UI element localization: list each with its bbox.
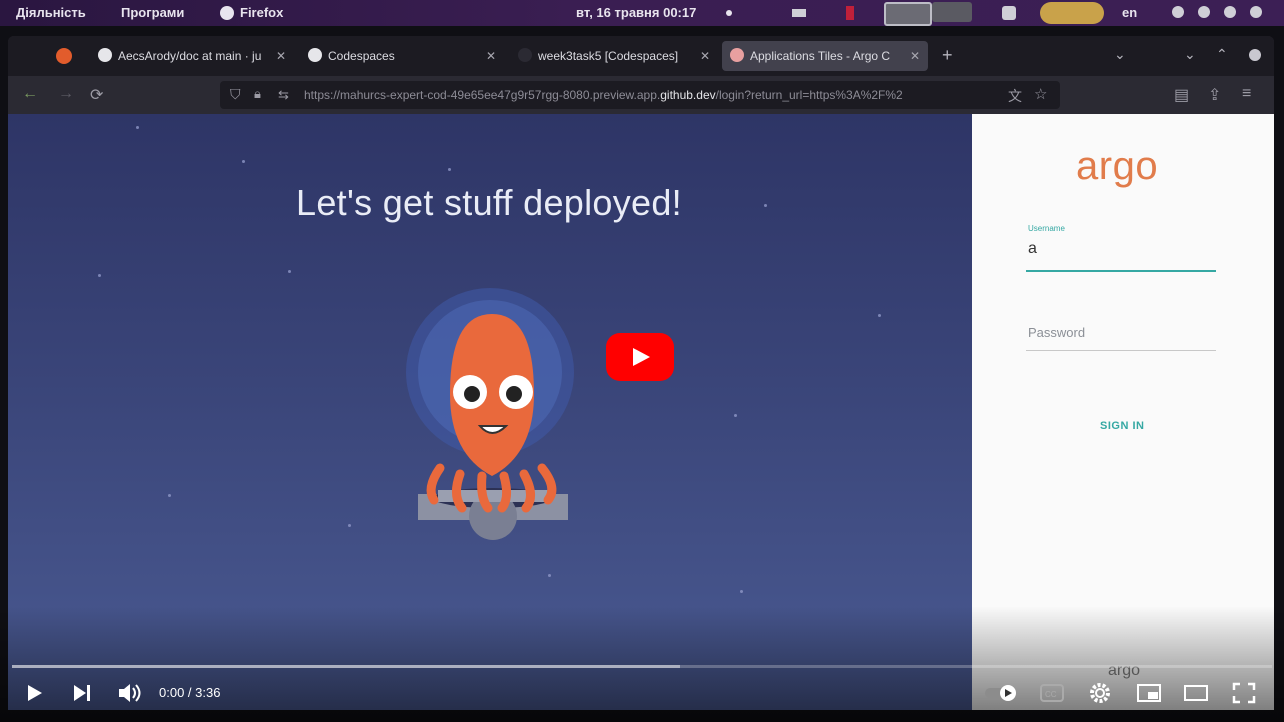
translate-icon[interactable]: 文	[1008, 86, 1022, 106]
tab-list-chevron-icon[interactable]: ⌄	[1114, 46, 1126, 63]
autoplay-toggle[interactable]	[984, 684, 1020, 702]
tab-label: week3task5 [Codespaces]	[538, 49, 679, 63]
system-top-bar: Діяльність Програми Firefox вт, 16 травн…	[0, 0, 1284, 26]
menu-icon[interactable]: ≡	[1242, 85, 1251, 103]
tab-codespaces[interactable]: Codespaces ✕	[300, 41, 504, 71]
firefox-view-icon[interactable]	[56, 48, 72, 64]
network-icon[interactable]	[1172, 6, 1184, 18]
play-icon[interactable]	[24, 683, 46, 703]
minimize-icon[interactable]: ⌄	[1184, 46, 1196, 63]
url-domain: github.dev	[660, 88, 716, 102]
volume-icon[interactable]	[117, 682, 143, 704]
theater-mode-icon[interactable]	[1183, 684, 1209, 702]
navigation-toolbar: ← → ⟳ ⛉ 🔒︎ ⇆ https://mahurcs-expert-cod-…	[8, 76, 1274, 114]
youtube-play-button[interactable]	[606, 333, 674, 381]
forward-icon[interactable]: →	[58, 85, 74, 103]
username-input[interactable]: a	[1028, 240, 1037, 258]
page-headline: Let's get stuff deployed!	[296, 182, 682, 223]
close-window-icon[interactable]	[1249, 49, 1261, 61]
argo-mascot-illustration	[406, 288, 574, 540]
record-indicator-icon	[846, 6, 854, 20]
programs-menu[interactable]: Програми	[121, 5, 184, 20]
settings-gear-icon[interactable]	[1088, 682, 1112, 704]
workspace-1[interactable]	[884, 2, 932, 26]
back-icon[interactable]: ←	[22, 85, 38, 103]
tab-label: AecsArody/doc at main · ju	[118, 49, 262, 63]
github-icon	[98, 48, 112, 62]
controls-gradient	[0, 606, 1284, 722]
progress-bar[interactable]	[12, 665, 1272, 668]
maximize-icon[interactable]: ⌃	[1216, 46, 1228, 63]
captions-icon[interactable]: CC	[1040, 683, 1064, 703]
lock-icon[interactable]: 🔒︎	[254, 86, 261, 102]
password-underline	[1026, 350, 1216, 351]
password-input[interactable]: Password	[1028, 325, 1085, 340]
new-tab-icon[interactable]: +	[942, 45, 953, 66]
url-prefix: https://mahurcs-expert-cod-49e65ee47g9r5…	[304, 88, 661, 102]
workspace-2[interactable]	[932, 2, 972, 22]
keyboard-icon	[792, 9, 806, 17]
input-language[interactable]: en	[1122, 5, 1137, 20]
activities-button[interactable]: Діяльність	[16, 5, 86, 20]
url-text[interactable]: https://mahurcs-expert-cod-49e65ee47g9r5…	[304, 88, 1004, 102]
play-triangle-icon	[633, 348, 650, 366]
tab-label: Applications Tiles - Argo C	[750, 49, 891, 63]
svg-text:CC: CC	[1045, 690, 1057, 699]
github-icon	[308, 48, 322, 62]
fullscreen-icon[interactable]	[1232, 682, 1256, 704]
close-tab-icon[interactable]: ✕	[700, 41, 710, 71]
argo-logo: argo	[1076, 144, 1159, 188]
miniplayer-icon[interactable]	[1136, 683, 1162, 703]
tab-bar: AecsArody/doc at main · ju ✕ Codespaces ✕ …	[8, 36, 1274, 76]
close-tab-icon[interactable]: ✕	[276, 41, 286, 71]
firefox-icon	[220, 6, 234, 20]
progress-buffered	[12, 665, 680, 668]
wifi-icon[interactable]	[1198, 6, 1210, 18]
close-tab-icon[interactable]: ✕	[486, 41, 496, 71]
volume-icon[interactable]	[1224, 6, 1236, 18]
time-display: 0:00 / 3:36	[159, 685, 221, 700]
power-icon[interactable]	[1250, 6, 1262, 18]
permissions-icon[interactable]: ⇆	[278, 87, 289, 103]
tab-label: Codespaces	[328, 49, 395, 63]
close-tab-icon[interactable]: ✕	[910, 41, 920, 71]
active-app-label[interactable]: Firefox	[240, 5, 283, 20]
share-icon[interactable]: ⇪	[1208, 85, 1221, 105]
clock[interactable]: вт, 16 травня 00:17	[576, 5, 696, 20]
sign-in-button[interactable]: SIGN IN	[1100, 420, 1144, 432]
shield-icon[interactable]: ⛉	[230, 86, 241, 103]
username-underline	[1026, 270, 1216, 272]
reload-icon[interactable]: ⟳	[90, 85, 103, 105]
tab-github-docs[interactable]: AecsArody/doc at main · ju ✕	[90, 41, 294, 71]
next-icon[interactable]	[72, 683, 94, 703]
codespaces-icon	[518, 48, 532, 62]
indicator-pill[interactable]	[1040, 2, 1104, 24]
url-bar[interactable]: ⛉ 🔒︎ ⇆ https://mahurcs-expert-cod-49e65e…	[220, 81, 1060, 109]
argo-icon	[730, 48, 744, 62]
url-suffix: /login?return_url=https%3A%2F%2	[715, 88, 903, 102]
bookmark-star-icon[interactable]: ☆	[1034, 85, 1047, 103]
tab-argo-applications[interactable]: Applications Tiles - Argo C ✕	[722, 41, 928, 71]
extension-icon[interactable]	[1002, 6, 1016, 20]
username-label: Username	[1028, 224, 1065, 233]
notification-dot-icon	[726, 10, 732, 16]
tab-week3task5[interactable]: week3task5 [Codespaces] ✕	[510, 41, 718, 71]
pocket-icon[interactable]: ▤	[1174, 85, 1189, 105]
